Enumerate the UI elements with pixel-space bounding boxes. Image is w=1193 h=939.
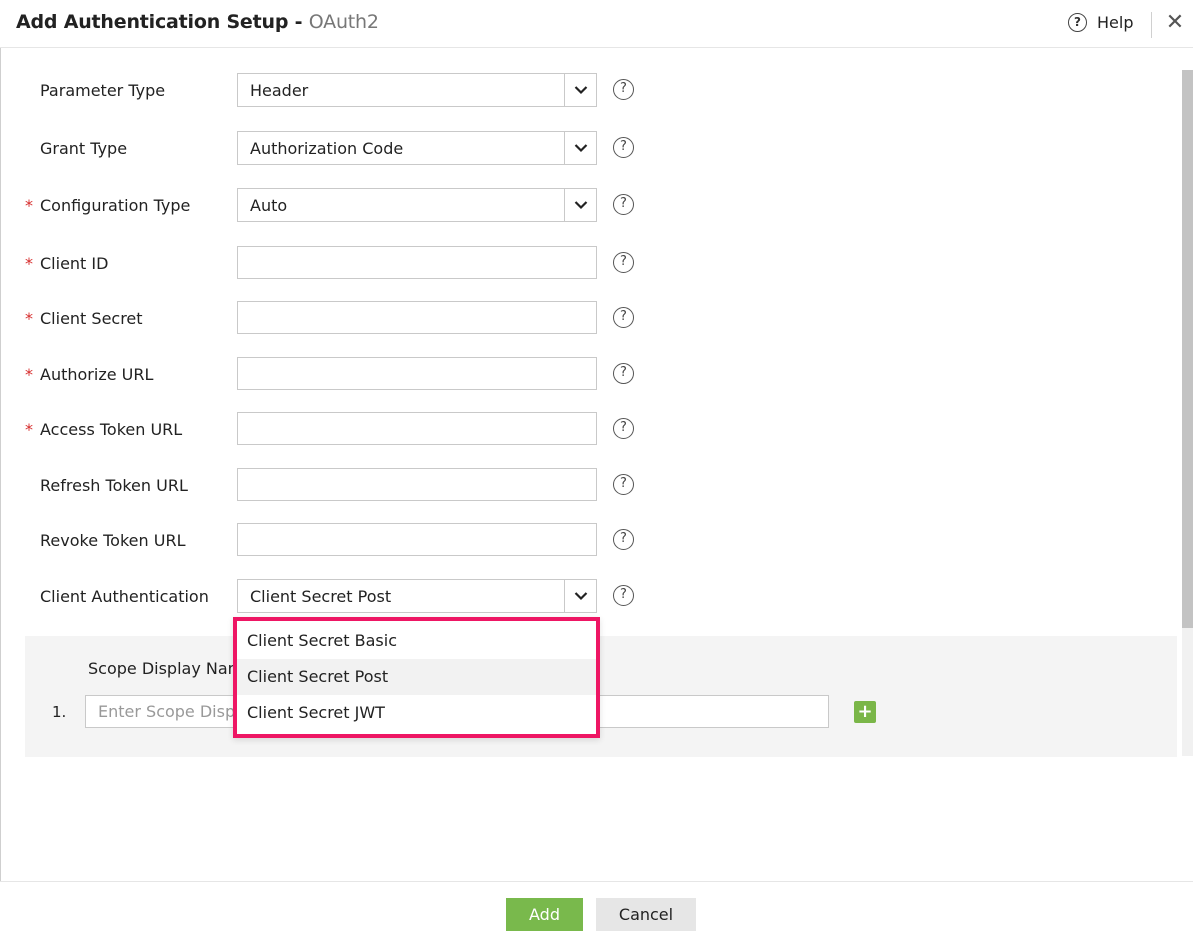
chevron-down-icon[interactable] [564, 132, 596, 164]
chevron-down-icon [574, 144, 587, 153]
chevron-down-icon [574, 592, 587, 601]
dialog-title-separator: - [288, 11, 309, 33]
required-marker: * [25, 420, 33, 439]
question-circle-icon[interactable]: ? [613, 252, 634, 273]
question-circle-icon[interactable]: ? [613, 137, 634, 158]
question-circle-icon: ? [1068, 13, 1087, 32]
scope-value-input[interactable] [599, 695, 829, 728]
question-circle-icon[interactable]: ? [613, 307, 634, 328]
question-circle-icon[interactable]: ? [613, 363, 634, 384]
plus-icon[interactable]: + [854, 701, 876, 723]
parameter-type-value: Header [250, 81, 309, 100]
form-row-client-id: * Client ID? [0, 246, 700, 280]
question-circle-icon[interactable]: ? [613, 474, 634, 495]
help-label: Help [1097, 13, 1134, 32]
scope-row-number: 1. [52, 703, 67, 721]
access-token-url-input[interactable] [237, 412, 597, 445]
chevron-down-icon [574, 86, 587, 95]
form-row-parameter-type: Parameter Type Header ? [0, 73, 700, 107]
parameter-type-label: Parameter Type [40, 81, 166, 100]
configuration-type-value: Auto [250, 196, 288, 215]
chevron-down-icon[interactable] [564, 74, 596, 106]
client-secret-input[interactable] [237, 301, 597, 334]
question-circle-icon[interactable]: ? [613, 194, 634, 215]
grant-type-select[interactable]: Authorization Code [237, 131, 597, 165]
refresh-token-url-input[interactable] [237, 468, 597, 501]
client-authentication-value: Client Secret Post [250, 587, 392, 606]
configuration-type-label: Configuration Type [40, 196, 191, 215]
dialog-title-subtitle: OAuth2 [308, 11, 379, 33]
header-divider [1151, 12, 1152, 38]
question-circle-icon[interactable]: ? [613, 585, 634, 606]
form-row-configuration-type: * Configuration Type Auto ? [0, 188, 700, 222]
cancel-button[interactable]: Cancel [596, 898, 696, 931]
authorize-url-label: Authorize URL [40, 365, 154, 384]
client-id-input[interactable] [237, 246, 597, 279]
dialog-header: Add Authentication Setup - OAuth2 ? Help… [0, 0, 1193, 48]
dialog-footer: Add Cancel [0, 881, 1193, 939]
chevron-down-icon [574, 201, 587, 210]
authorize-url-input[interactable] [237, 357, 597, 390]
client-authentication-dropdown: Client Secret Basic Client Secret Post C… [233, 617, 600, 738]
dropdown-option-client-secret-post[interactable]: Client Secret Post [237, 659, 596, 695]
form-row-refresh-token-url: Refresh Token URL? [0, 468, 700, 502]
grant-type-label: Grant Type [40, 139, 128, 158]
scope-panel: Scope Display Name 1. Enter Scope Displa… [25, 636, 1177, 757]
required-marker: * [25, 196, 33, 215]
help-link[interactable]: ? Help [1068, 13, 1133, 32]
client-authentication-label: Client Authentication [40, 587, 209, 606]
parameter-type-select[interactable]: Header [237, 73, 597, 107]
add-button[interactable]: Add [506, 898, 583, 931]
close-icon[interactable]: ✕ [1163, 11, 1187, 35]
form-row-client-secret: * Client Secret? [0, 301, 700, 335]
chevron-down-icon[interactable] [564, 189, 596, 221]
scope-display-name-label: Scope Display Name [88, 659, 254, 678]
scrollbar-thumb[interactable] [1182, 70, 1193, 628]
form-row-authorize-url: * Authorize URL? [0, 357, 700, 391]
form-row-revoke-token-url: Revoke Token URL? [0, 523, 700, 557]
required-marker: * [25, 309, 33, 328]
revoke-token-url-label: Revoke Token URL [40, 531, 186, 550]
required-marker: * [25, 365, 33, 384]
dropdown-option-client-secret-jwt[interactable]: Client Secret JWT [237, 695, 596, 731]
question-circle-icon[interactable]: ? [613, 79, 634, 100]
grant-type-value: Authorization Code [250, 139, 404, 158]
required-marker: * [25, 254, 33, 273]
refresh-token-url-label: Refresh Token URL [40, 476, 188, 495]
dropdown-option-client-secret-basic[interactable]: Client Secret Basic [237, 623, 596, 659]
form-row-access-token-url: * Access Token URL? [0, 412, 700, 446]
scope-input-placeholder: Enter Scope Display Name [98, 702, 248, 721]
question-circle-icon[interactable]: ? [613, 418, 634, 439]
question-circle-icon[interactable]: ? [613, 529, 634, 550]
client-authentication-select[interactable]: Client Secret Post [237, 579, 597, 613]
access-token-url-label: Access Token URL [40, 420, 183, 439]
client-id-label: Client ID [40, 254, 109, 273]
form-row-grant-type: Grant Type Authorization Code ? [0, 131, 700, 165]
client-secret-label: Client Secret [40, 309, 143, 328]
configuration-type-select[interactable]: Auto [237, 188, 597, 222]
dialog-title-main: Add Authentication Setup [16, 11, 289, 33]
revoke-token-url-input[interactable] [237, 523, 597, 556]
form-row-client-authentication: Client Authentication Client Secret Post… [0, 579, 700, 613]
dialog-title: Add Authentication Setup - OAuth2 [16, 11, 379, 33]
chevron-down-icon[interactable] [564, 580, 596, 612]
scrollbar-track[interactable] [1182, 70, 1193, 756]
